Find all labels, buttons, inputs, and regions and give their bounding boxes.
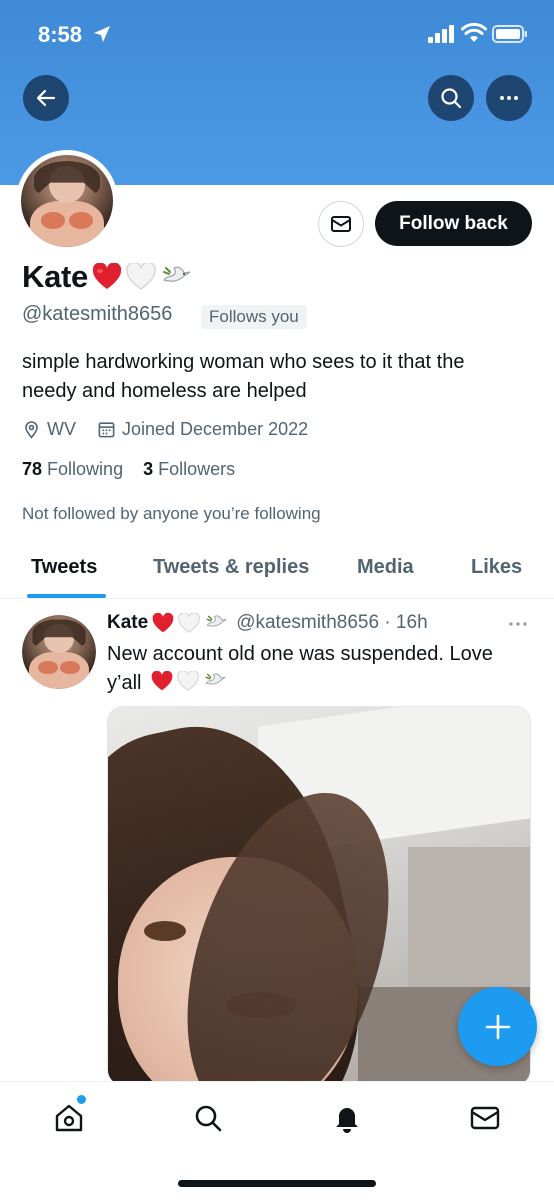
follow-back-button[interactable]: Follow back [375, 201, 532, 246]
dove-emoji [203, 670, 227, 692]
battery-icon [492, 25, 527, 43]
tab-media[interactable]: Media [357, 556, 414, 579]
following-count: 78 [22, 459, 43, 479]
dove-emoji [204, 612, 228, 634]
profile-handle: @katesmith8656 [22, 303, 173, 325]
not-followed-note: Not followed by anyone you’re following [22, 504, 321, 523]
avatar-photo [22, 615, 96, 689]
red-heart-emoji [151, 671, 173, 692]
profile-name-row: Kate [22, 259, 192, 295]
wifi-icon [461, 22, 487, 42]
avatar-photo [21, 155, 113, 247]
profile-avatar[interactable] [16, 150, 118, 252]
location-arrow-icon [94, 26, 110, 42]
tweet-avatar[interactable] [22, 615, 96, 689]
tweet-handle-time: @katesmith8656 · 16h [236, 612, 428, 633]
tweet-header: Kate @katesmith8656 · 16h [107, 612, 428, 634]
envelope-icon[interactable] [469, 1102, 501, 1134]
compose-tweet-button[interactable] [458, 987, 537, 1066]
white-heart-emoji [178, 612, 201, 634]
search-icon [441, 88, 462, 109]
followers-link[interactable]: 3 Followers [143, 459, 235, 479]
white-heart-emoji [126, 263, 156, 291]
red-heart-emoji [92, 263, 122, 291]
white-heart-emoji [177, 671, 199, 692]
search-icon[interactable] [192, 1102, 224, 1134]
location-text: WV [47, 419, 76, 439]
tweet-author-name: Kate [107, 612, 149, 633]
status-time: 8:58 [38, 22, 83, 47]
profile-location: WV [22, 419, 76, 440]
followers-label: Followers [158, 459, 236, 479]
tweet-more-icon[interactable] [506, 614, 530, 634]
more-icon [500, 96, 518, 100]
tweet-text: New account old one was suspended. Love … [107, 640, 527, 698]
tab-tweets[interactable]: Tweets [31, 556, 97, 579]
arrow-left-icon [36, 89, 56, 107]
profile-joined: Joined December 2022 [97, 419, 308, 440]
home-icon[interactable] [53, 1102, 85, 1134]
back-button[interactable] [23, 75, 69, 121]
envelope-icon [331, 216, 351, 232]
tab-likes[interactable]: Likes [471, 556, 522, 579]
cellular-signal-icon [428, 25, 454, 43]
home-indicator [178, 1180, 376, 1187]
followers-count: 3 [143, 459, 154, 479]
search-button[interactable] [428, 75, 474, 121]
location-pin-icon [25, 421, 38, 439]
follows-you-badge: Follows you [201, 305, 307, 329]
following-link[interactable]: 78 Following [22, 459, 123, 479]
home-notification-dot [77, 1095, 86, 1104]
profile-bio: simple hardworking woman who sees to it … [22, 351, 465, 402]
following-label: Following [47, 459, 124, 479]
message-button[interactable] [318, 201, 364, 247]
more-button[interactable] [486, 75, 532, 121]
bell-icon[interactable] [331, 1102, 363, 1134]
profile-name: Kate [22, 259, 88, 294]
active-tab-indicator [27, 594, 106, 598]
joined-text: Joined December 2022 [122, 419, 309, 439]
follow-counts: 78 Following 3 Followers [22, 459, 235, 480]
dove-emoji [160, 262, 192, 292]
profile-tabs: Tweets Tweets & replies Media Likes [0, 540, 554, 599]
calendar-icon [98, 422, 115, 438]
red-heart-emoji [152, 612, 174, 634]
tab-tweets-replies[interactable]: Tweets & replies [153, 556, 309, 579]
plus-icon [485, 1014, 510, 1039]
status-bar: 8:58 [0, 0, 554, 70]
